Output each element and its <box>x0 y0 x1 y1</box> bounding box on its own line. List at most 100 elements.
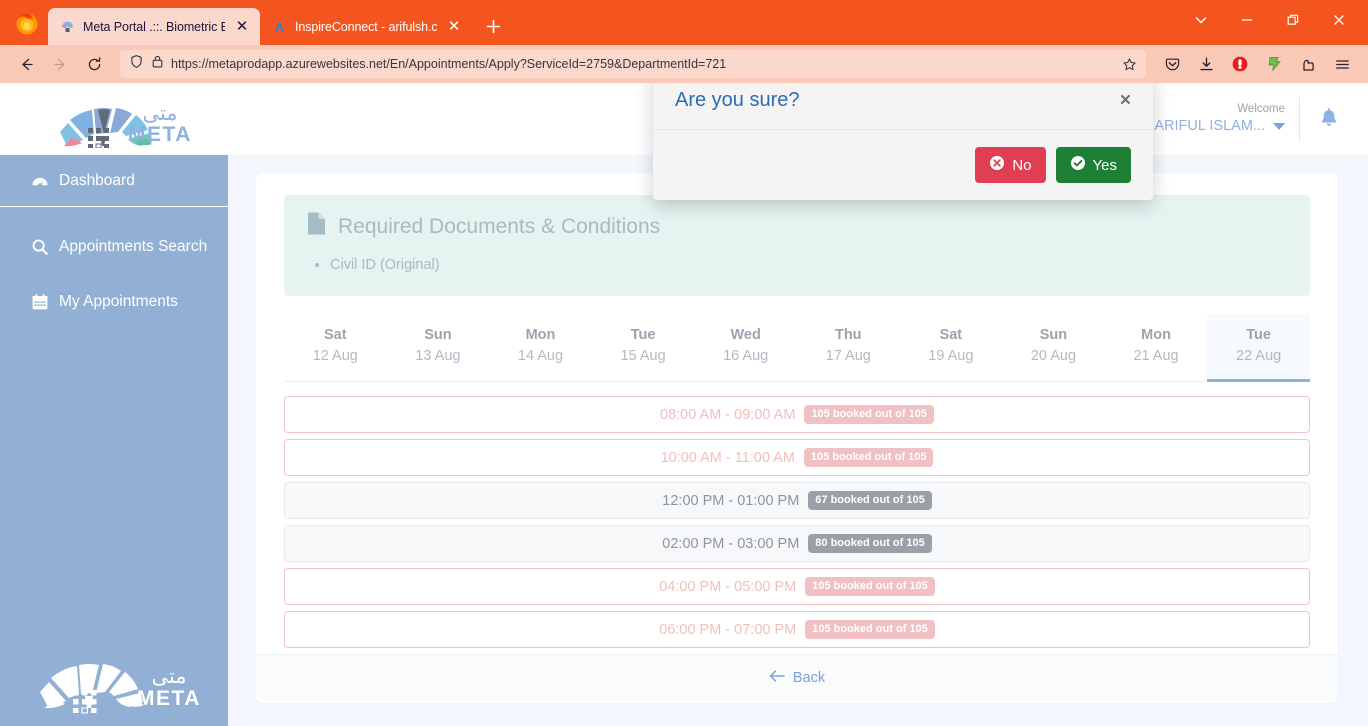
no-button[interactable]: No <box>975 147 1046 183</box>
downloads-icon[interactable] <box>1190 49 1222 79</box>
notifications-button[interactable] <box>1300 107 1346 131</box>
date-tab-2[interactable]: Mon 14 Aug <box>489 314 592 382</box>
sidebar: Dashboard Appointments Search My Appoint… <box>0 155 228 726</box>
date-tab-date: 12 Aug <box>312 348 358 364</box>
video-downloadhelper-icon[interactable] <box>1258 49 1290 79</box>
modal-body: No Yes <box>653 130 1153 200</box>
time-slot-label: 12:00 PM - 01:00 PM <box>662 492 800 509</box>
maximize-window-icon[interactable] <box>1270 4 1316 36</box>
modal-title: Are you sure? <box>675 89 800 111</box>
date-tab-date: 22 Aug <box>1236 348 1282 364</box>
sidebar-item-my-appointments[interactable]: My Appointments <box>0 274 228 329</box>
time-slot-row[interactable]: 02:00 PM - 03:00 PM 80 booked out of 105 <box>284 525 1310 562</box>
date-tab-day: Mon <box>1141 327 1171 343</box>
date-tab-3[interactable]: Tue 15 Aug <box>592 314 695 382</box>
date-tab-6[interactable]: Sat 19 Aug <box>900 314 1003 382</box>
dashboard-icon <box>30 172 49 190</box>
user-menu[interactable]: Welcome MD ARIFUL ISLAM... <box>1129 97 1300 141</box>
bell-icon <box>1321 108 1337 126</box>
address-bar-url: https://metaprodapp.azurewebsites.net/En… <box>171 57 727 71</box>
header-right: Welcome MD ARIFUL ISLAM... <box>1129 97 1346 141</box>
date-tab-4[interactable]: Wed 16 Aug <box>694 314 797 382</box>
main-content: Required Documents & Conditions Civil ID… <box>228 83 1368 726</box>
times-circle-icon <box>989 155 1005 175</box>
calendar-icon <box>30 293 49 311</box>
tab-list-chevron-down-icon[interactable] <box>1178 4 1224 36</box>
date-tab-day: Tue <box>1246 327 1271 343</box>
date-tab-day: Mon <box>525 327 556 343</box>
date-tab-day: Wed <box>730 327 761 343</box>
time-slot-row[interactable]: 06:00 PM - 07:00 PM 105 booked out of 10… <box>284 611 1310 648</box>
date-tab-date: 20 Aug <box>1030 348 1077 364</box>
svg-text:A: A <box>274 20 284 35</box>
hamburger-menu-icon[interactable] <box>1326 49 1358 79</box>
sidebar-item-appointments-search[interactable]: Appointments Search <box>0 219 228 274</box>
status-badge: 67 booked out of 105 <box>808 491 932 510</box>
back-row: Back <box>256 654 1338 700</box>
sidebar-item-label: Dashboard <box>59 171 135 189</box>
page-body: Dashboard Appointments Search My Appoint… <box>0 83 1368 726</box>
status-badge: 105 booked out of 105 <box>805 620 935 639</box>
back-button-label: Back <box>792 669 826 686</box>
no-button-label: No <box>1012 156 1032 174</box>
window-controls <box>1178 0 1362 45</box>
date-tab-0[interactable]: Sat 12 Aug <box>284 314 387 382</box>
lock-secure-icon[interactable] <box>151 54 164 74</box>
welcome-label: Welcome <box>1237 103 1285 115</box>
shield-tracking-protection-icon[interactable] <box>129 54 144 74</box>
close-icon[interactable]: × <box>1120 91 1131 110</box>
time-slot-row[interactable]: 04:00 PM - 05:00 PM 105 booked out of 10… <box>284 568 1310 605</box>
time-slot-list: 08:00 AM - 09:00 AM 105 booked out of 10… <box>284 396 1310 648</box>
browser-tab-title: Meta Portal .::. Biometric Enrollm <box>83 19 225 34</box>
yes-button[interactable]: Yes <box>1055 147 1131 183</box>
yes-button-label: Yes <box>1092 156 1117 174</box>
page-content: متى META Welcome MD ARIFUL ISLAM... Dash… <box>0 83 1368 726</box>
time-slot-row[interactable]: 12:00 PM - 01:00 PM 67 booked out of 105 <box>284 482 1310 519</box>
date-tab-date: 21 Aug <box>1133 348 1179 364</box>
back-navigation-icon[interactable] <box>10 49 42 79</box>
sidebar-item-dashboard[interactable]: Dashboard <box>0 155 228 207</box>
date-tab-7[interactable]: Sun 20 Aug <box>1002 314 1105 382</box>
letter-a-favicon-icon: A <box>271 19 287 35</box>
adblock-icon[interactable] <box>1224 49 1256 79</box>
time-slot-row[interactable]: 08:00 AM - 09:00 AM 105 booked out of 10… <box>284 396 1310 433</box>
svg-text:META: META <box>128 123 192 146</box>
address-bar[interactable]: https://metaprodapp.azurewebsites.net/En… <box>120 50 1146 78</box>
check-circle-icon <box>1070 155 1086 175</box>
browser-toolbar-icons <box>1156 49 1358 79</box>
sidebar-footer-logo: متى META <box>0 646 228 720</box>
tab-close-icon[interactable]: ✕ <box>445 18 463 36</box>
browser-tab-1[interactable]: A InspireConnect - arifulsh.com ✕ <box>260 8 472 45</box>
pocket-icon[interactable] <box>1156 49 1188 79</box>
back-button[interactable]: Back <box>769 669 825 687</box>
bookmark-star-icon[interactable] <box>1122 57 1137 72</box>
meta-logo[interactable]: متى META <box>28 90 208 148</box>
document-icon <box>306 211 327 242</box>
browser-tab-0[interactable]: Meta Portal .::. Biometric Enrollm ✕ <box>48 8 260 45</box>
date-tab-5[interactable]: Thu 17 Aug <box>797 314 900 382</box>
sidebar-item-label: My Appointments <box>59 292 178 310</box>
extension-icon[interactable] <box>1292 49 1324 79</box>
close-window-icon[interactable] <box>1316 4 1362 36</box>
list-item: Civil ID (Original) <box>330 254 1288 276</box>
modal-header: Are you sure? × <box>653 83 1153 130</box>
tab-close-icon[interactable]: ✕ <box>233 18 251 36</box>
new-tab-button[interactable] <box>478 11 508 41</box>
date-tab-day: Tue <box>630 327 656 343</box>
date-tab-1[interactable]: Sun 13 Aug <box>387 314 490 382</box>
appointment-card: Required Documents & Conditions Civil ID… <box>256 173 1338 703</box>
svg-text:META: META <box>137 687 201 710</box>
time-slot-label: 02:00 PM - 03:00 PM <box>662 535 800 552</box>
status-badge: 80 booked out of 105 <box>808 534 932 553</box>
reload-page-icon[interactable] <box>78 49 110 79</box>
time-slot-label: 06:00 PM - 07:00 PM <box>659 621 797 638</box>
date-tab-8[interactable]: Mon 21 Aug <box>1105 314 1208 382</box>
date-tab-date: 15 Aug <box>620 348 666 364</box>
time-slot-row[interactable]: 10:00 AM - 11:00 AM 105 booked out of 10… <box>284 439 1310 476</box>
date-tab-date: 19 Aug <box>928 348 974 364</box>
browser-nav-bar: https://metaprodapp.azurewebsites.net/En… <box>0 45 1368 83</box>
date-tab-date: 16 Aug <box>723 348 769 364</box>
minimize-window-icon[interactable] <box>1224 4 1270 36</box>
date-tab-9[interactable]: Tue 22 Aug <box>1207 314 1310 382</box>
chevron-down-icon[interactable] <box>1273 123 1285 130</box>
